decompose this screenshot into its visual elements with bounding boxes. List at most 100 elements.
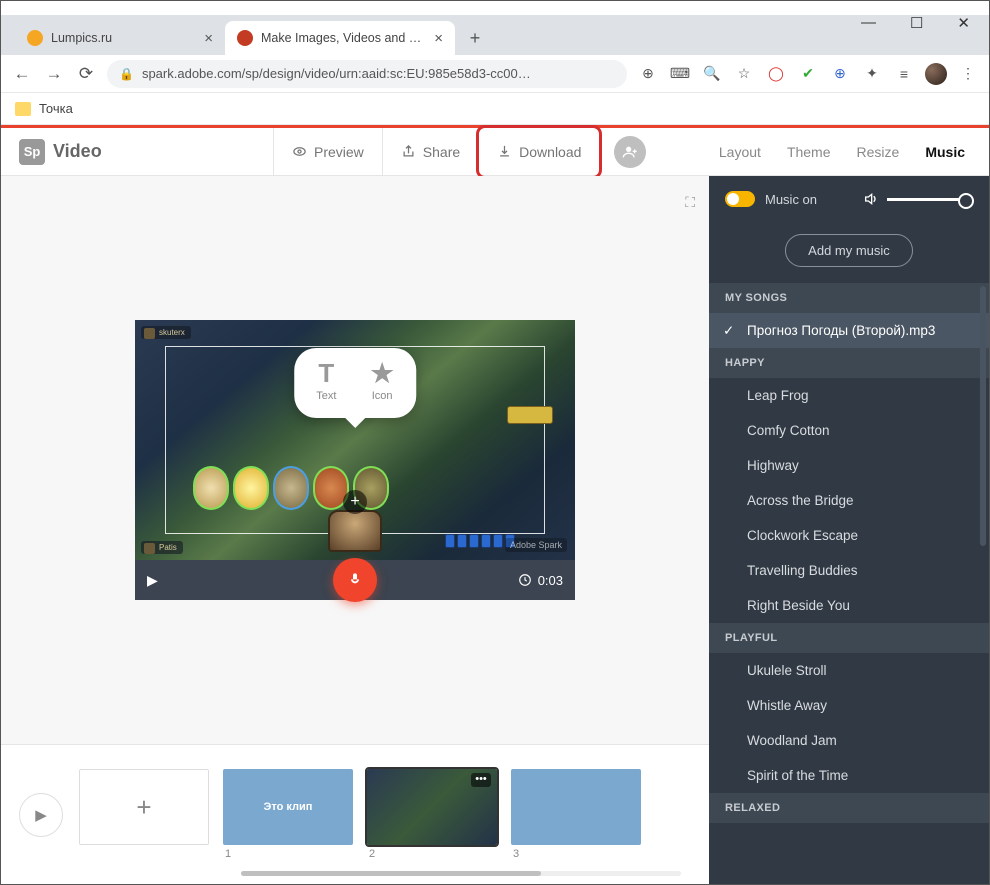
tab-title: Lumpics.ru xyxy=(51,31,196,45)
section-playful: PLAYFUL xyxy=(709,623,989,653)
track-item[interactable]: Right Beside You xyxy=(709,588,989,623)
download-highlight: Download xyxy=(476,125,602,179)
reload-button[interactable]: ⟳ xyxy=(75,64,97,84)
invite-button[interactable] xyxy=(614,136,646,168)
clip-2[interactable]: ••• 2 xyxy=(367,769,497,860)
music-toggle[interactable] xyxy=(725,191,755,207)
profile-avatar[interactable] xyxy=(925,63,947,85)
video-player: skuterx Patis T xyxy=(135,320,575,600)
preview-button[interactable]: Preview xyxy=(273,128,382,176)
nav-music[interactable]: Music xyxy=(925,144,965,160)
bookmarks-bar: Точка xyxy=(1,93,989,125)
new-tab-button[interactable]: + xyxy=(461,24,489,52)
close-button[interactable]: ✕ xyxy=(957,14,970,32)
tab-spark[interactable]: Make Images, Videos and Web S × xyxy=(225,21,455,55)
star-bookmark-icon[interactable]: ☆ xyxy=(733,63,755,85)
clip-text: Это клип xyxy=(264,801,313,813)
nav-resize[interactable]: Resize xyxy=(857,144,900,160)
player-nameplate-bottom: Patis xyxy=(141,541,183,554)
plus-zoom-icon[interactable]: ⊕ xyxy=(637,63,659,85)
timeline-play-button[interactable]: ▶ xyxy=(19,793,63,837)
address-bar-row: ← → ⟳ 🔒 spark.adobe.com/sp/design/video/… xyxy=(1,55,989,93)
browser-tabs: Lumpics.ru × Make Images, Videos and Web… xyxy=(1,15,989,55)
track-item[interactable]: Ukulele Stroll xyxy=(709,653,989,688)
url-bar[interactable]: 🔒 spark.adobe.com/sp/design/video/urn:aa… xyxy=(107,60,627,88)
url-text: spark.adobe.com/sp/design/video/urn:aaid… xyxy=(142,66,531,81)
volume-icon[interactable] xyxy=(863,191,879,207)
track-item[interactable]: Spirit of the Time xyxy=(709,758,989,793)
video-frame[interactable]: skuterx Patis T xyxy=(135,320,575,560)
section-my-songs: MY SONGS xyxy=(709,283,989,313)
game-button xyxy=(507,406,553,424)
plus-icon: + xyxy=(79,769,209,845)
download-label: Download xyxy=(519,144,581,160)
reading-list-icon[interactable]: ≡ xyxy=(893,63,915,85)
track-item[interactable]: Highway xyxy=(709,448,989,483)
folder-icon xyxy=(15,102,31,116)
timeline: ▶ + Это клип 1 ••• 2 xyxy=(1,744,709,884)
close-tab-icon[interactable]: × xyxy=(204,30,213,47)
clip-1[interactable]: Это клип 1 xyxy=(223,769,353,860)
search-page-icon[interactable]: 🔍 xyxy=(701,63,723,85)
panel-scrollbar[interactable] xyxy=(980,286,986,546)
app-toolbar: Sp Video Preview Share Download xyxy=(1,128,989,176)
expand-icon[interactable]: ⛶ xyxy=(685,194,695,211)
time-value: 0:03 xyxy=(538,573,563,588)
add-overlay-button[interactable]: + xyxy=(343,490,367,514)
volume-slider[interactable] xyxy=(887,198,973,201)
clip-number: 2 xyxy=(367,848,497,860)
track-item[interactable]: Comfy Cotton xyxy=(709,413,989,448)
track-item[interactable]: Woodland Jam xyxy=(709,723,989,758)
track-item[interactable]: Whistle Away xyxy=(709,688,989,723)
player-controls: ▶ 0:03 xyxy=(135,560,575,600)
music-panel: Music on Add my music MY SONGS Прогноз П… xyxy=(709,176,989,884)
extensions-icon[interactable]: ✦ xyxy=(861,63,883,85)
section-relaxed: RELAXED xyxy=(709,793,989,823)
translate-icon[interactable]: ⌨ xyxy=(669,63,691,85)
maximize-button[interactable]: ☐ xyxy=(910,14,923,32)
record-mic-button[interactable] xyxy=(333,558,377,602)
kebab-menu-icon[interactable]: ⋮ xyxy=(957,63,979,85)
text-icon: T xyxy=(318,360,334,386)
favicon xyxy=(27,30,43,46)
watermark: Adobe Spark xyxy=(505,538,567,552)
play-button[interactable]: ▶ xyxy=(147,572,158,589)
favicon xyxy=(237,30,253,46)
nav-theme[interactable]: Theme xyxy=(787,144,831,160)
track-item[interactable]: Clockwork Escape xyxy=(709,518,989,553)
globe-ext-icon[interactable]: ⊕ xyxy=(829,63,851,85)
bookmark-item[interactable]: Точка xyxy=(39,101,73,116)
clip-menu-icon[interactable]: ••• xyxy=(471,773,491,787)
add-clip-button[interactable]: + xyxy=(79,769,209,848)
close-tab-icon[interactable]: × xyxy=(434,30,443,47)
add-icon-button[interactable]: ★ Icon xyxy=(370,360,393,402)
track-selected[interactable]: Прогноз Погоды (Второй).mp3 xyxy=(709,313,989,348)
nav-layout[interactable]: Layout xyxy=(719,144,761,160)
clip-3[interactable]: 3 xyxy=(511,769,641,860)
track-item[interactable]: Leap Frog xyxy=(709,378,989,413)
clip-number: 3 xyxy=(511,848,641,860)
track-item[interactable]: Travelling Buddies xyxy=(709,553,989,588)
mic-icon xyxy=(347,572,363,588)
track-item[interactable]: Across the Bridge xyxy=(709,483,989,518)
minimize-button[interactable]: — xyxy=(861,14,876,32)
clip-number: 1 xyxy=(223,848,353,860)
brand-logo[interactable]: Sp Video xyxy=(1,139,273,165)
eye-icon xyxy=(292,144,307,159)
add-music-button[interactable]: Add my music xyxy=(785,234,913,267)
brand-name: Video xyxy=(53,141,102,162)
download-button[interactable]: Download xyxy=(479,128,599,176)
opera-ext-icon[interactable]: ◯ xyxy=(765,63,787,85)
download-icon xyxy=(497,144,512,159)
forward-button[interactable]: → xyxy=(43,64,65,84)
player-nameplate-top: skuterx xyxy=(141,326,191,339)
back-button[interactable]: ← xyxy=(11,64,33,84)
clip-duration[interactable]: 0:03 xyxy=(518,573,563,588)
check-ext-icon[interactable]: ✔ xyxy=(797,63,819,85)
share-icon xyxy=(401,144,416,159)
add-text-button[interactable]: T Text xyxy=(316,360,336,402)
timeline-scrollbar[interactable] xyxy=(241,871,681,876)
tab-lumpics[interactable]: Lumpics.ru × xyxy=(15,21,225,55)
tab-title: Make Images, Videos and Web S xyxy=(261,31,426,45)
share-button[interactable]: Share xyxy=(382,128,478,176)
